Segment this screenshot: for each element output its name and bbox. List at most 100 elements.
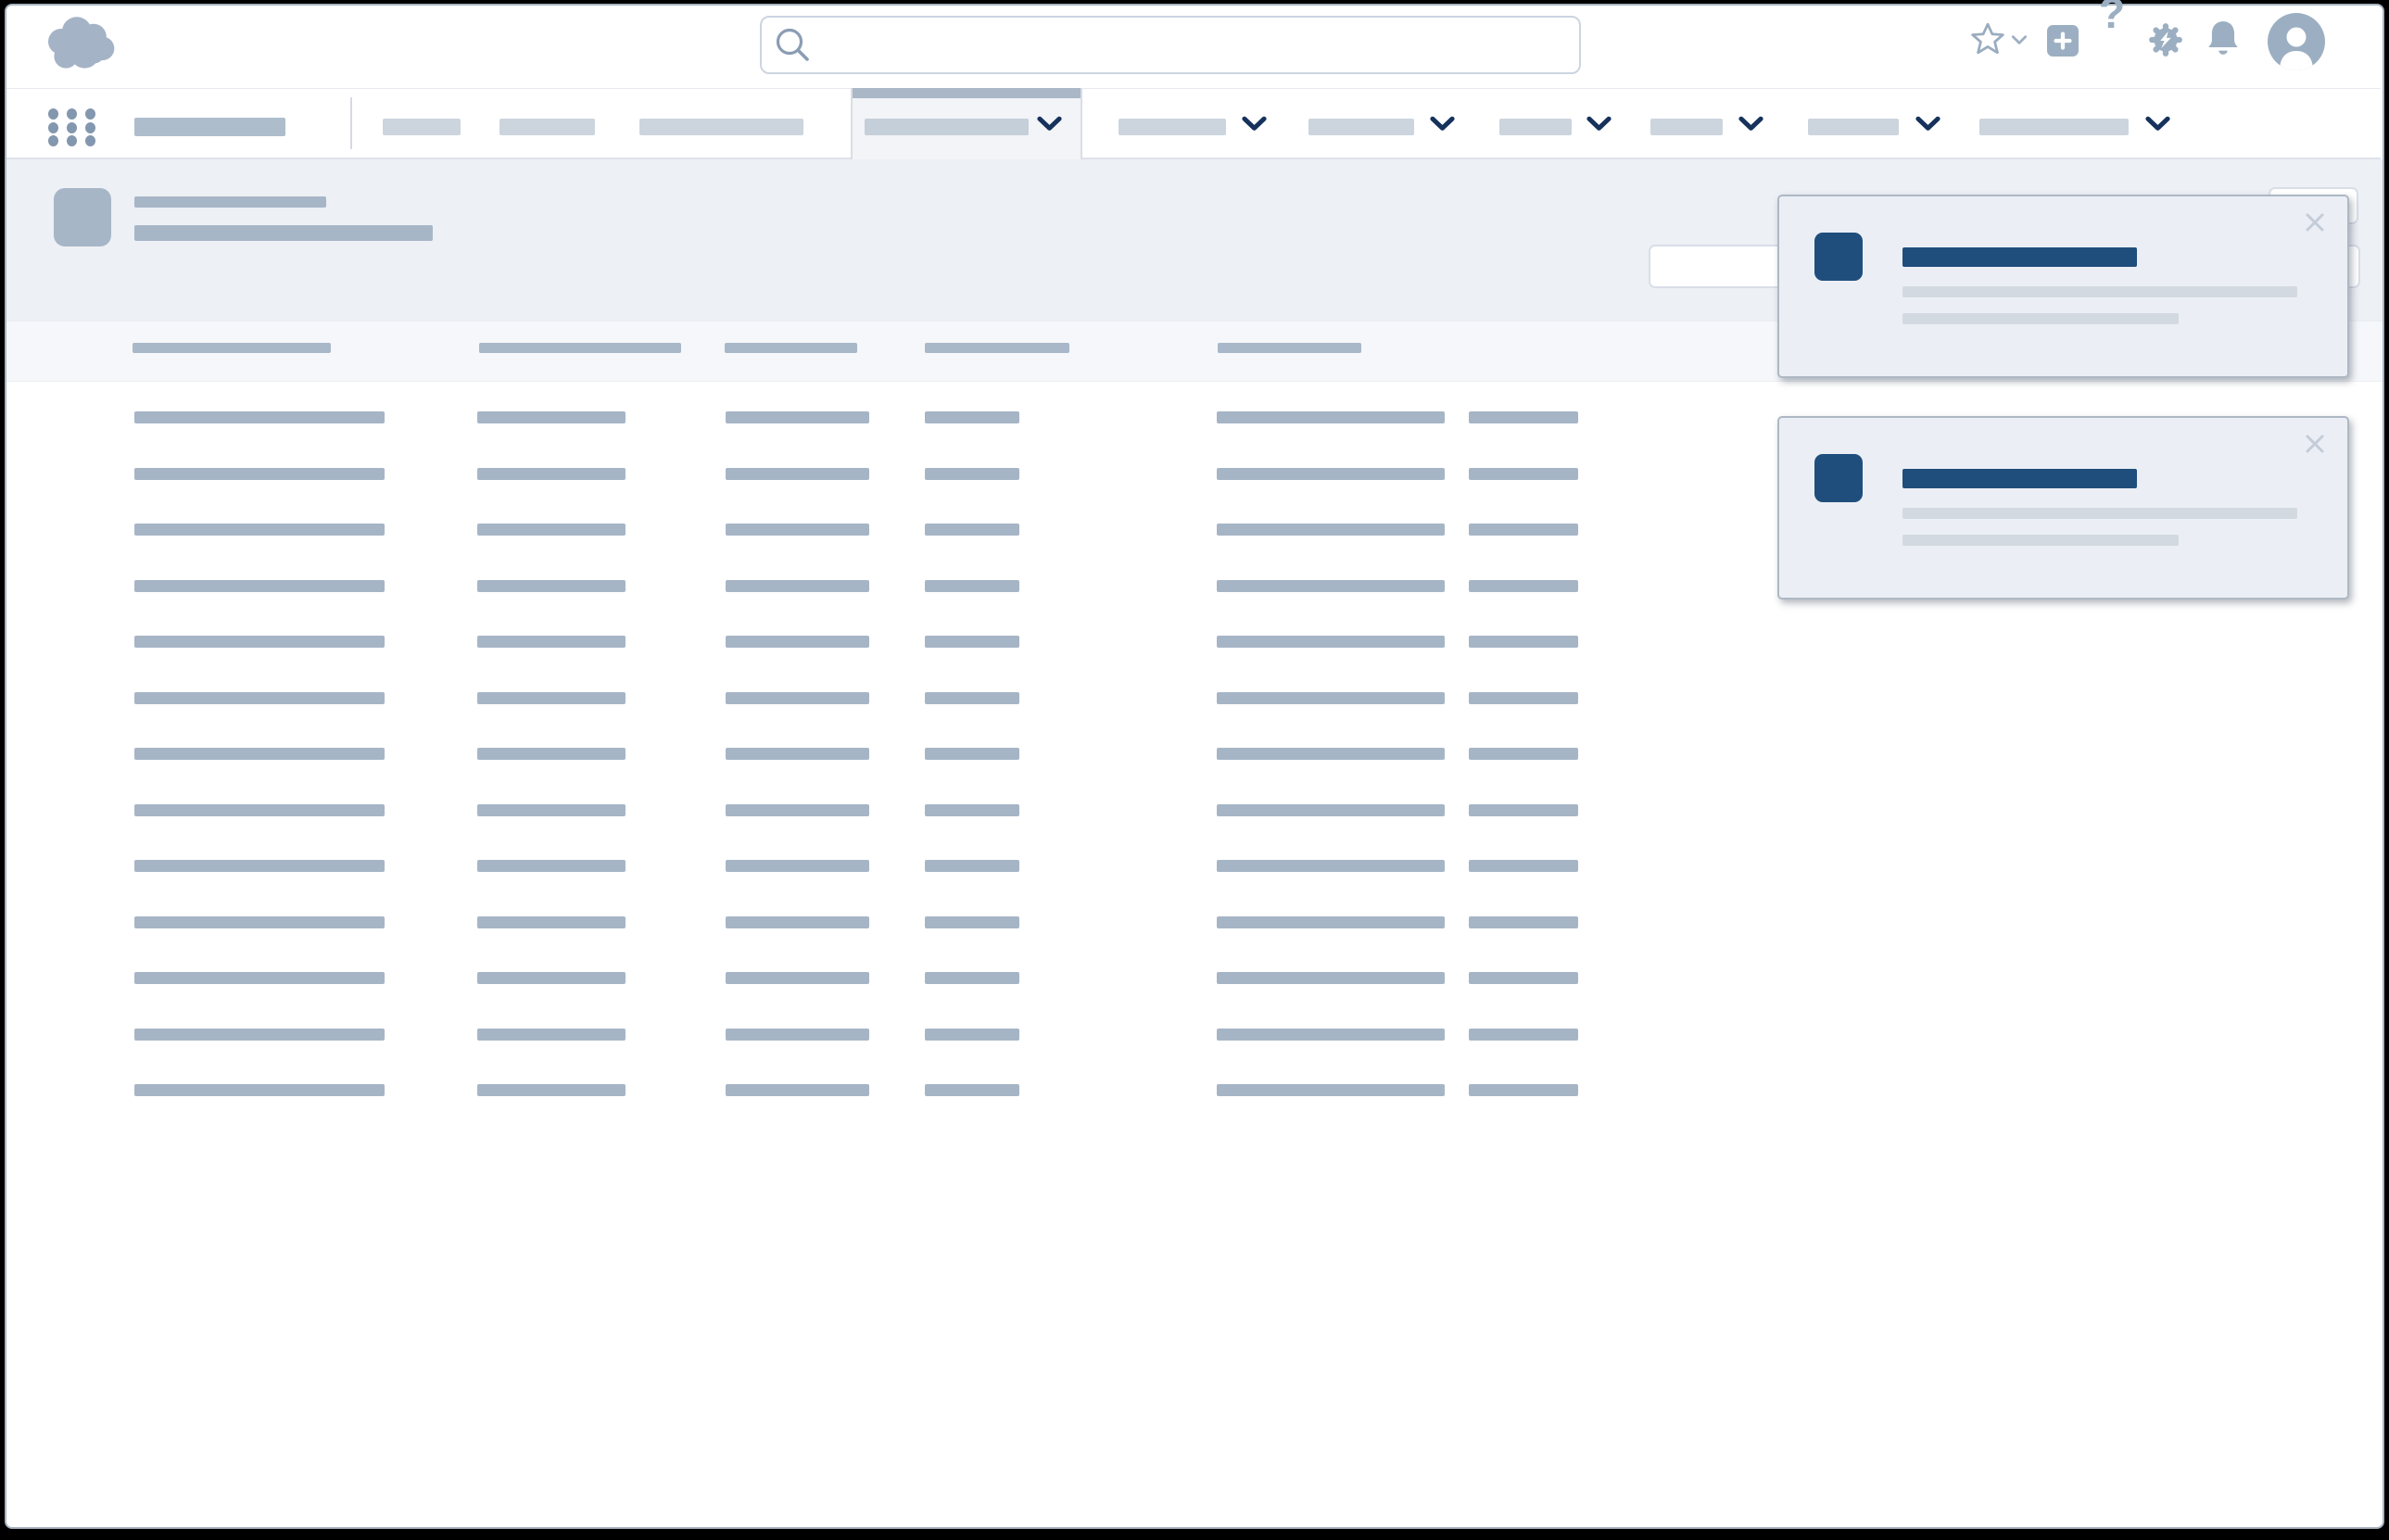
toast-line-placeholder: [1902, 313, 2179, 324]
table-cell-placeholder: [726, 1084, 869, 1096]
table-row[interactable]: [74, 449, 1631, 499]
nav-tab[interactable]: [1308, 119, 1414, 135]
table-cell-placeholder: [134, 692, 385, 704]
table-cell-placeholder: [134, 860, 385, 872]
table-cell-placeholder: [1469, 916, 1578, 928]
nav-tab[interactable]: [1499, 119, 1572, 135]
table-row[interactable]: [74, 562, 1631, 612]
table-cell-placeholder: [1217, 860, 1445, 872]
table-row[interactable]: [74, 1010, 1631, 1060]
table-row[interactable]: [74, 841, 1631, 891]
table-cell-placeholder: [1217, 524, 1445, 536]
favorites-menu-button[interactable]: [2011, 34, 2028, 45]
table-cell-placeholder: [1469, 860, 1578, 872]
app-launcher-button[interactable]: [48, 108, 95, 146]
help-button[interactable]: ?: [2099, 13, 2125, 24]
table-cell-placeholder: [134, 468, 385, 480]
chevron-down-icon[interactable]: [1915, 116, 1940, 132]
table-row[interactable]: [74, 617, 1631, 667]
toast-title-placeholder: [1902, 247, 2137, 267]
app-launcher-dot: [48, 122, 58, 133]
bell-icon: [2205, 46, 2242, 60]
table-cell-placeholder: [477, 748, 626, 760]
favorites-button[interactable]: [1970, 21, 2005, 57]
table-cell-placeholder: [477, 580, 626, 592]
toast-line-placeholder: [1902, 535, 2179, 546]
app-launcher-dot: [67, 122, 77, 133]
table-cell-placeholder: [134, 804, 385, 816]
table-row[interactable]: [74, 1066, 1631, 1116]
app-launcher-dot: [67, 135, 77, 146]
nav-tab-selected[interactable]: [851, 88, 1082, 159]
table-cell-placeholder: [477, 1029, 626, 1041]
table-cell-placeholder: [1217, 692, 1445, 704]
column-header-placeholder: [1218, 343, 1361, 353]
table-row[interactable]: [74, 953, 1631, 1004]
table-row[interactable]: [74, 505, 1631, 555]
table-cell-placeholder: [726, 692, 869, 704]
table-cell-placeholder: [134, 916, 385, 928]
table-cell-placeholder: [1469, 636, 1578, 648]
table-cell-placeholder: [925, 1084, 1019, 1096]
chevron-down-icon[interactable]: [1430, 116, 1455, 132]
table-cell-placeholder: [1469, 804, 1578, 816]
global-actions-button[interactable]: [2047, 25, 2079, 57]
toast-icon-placeholder: [1814, 233, 1863, 281]
table-cell-placeholder: [1217, 580, 1445, 592]
table-cell-placeholder: [726, 916, 869, 928]
nav-tab[interactable]: [639, 119, 803, 135]
table-cell-placeholder: [1217, 636, 1445, 648]
close-icon: [2304, 444, 2326, 458]
chevron-down-icon[interactable]: [1242, 116, 1267, 132]
table-cell-placeholder: [1469, 692, 1578, 704]
table-cell-placeholder: [925, 860, 1019, 872]
table-cell-placeholder: [726, 636, 869, 648]
table-cell-placeholder: [1469, 1084, 1578, 1096]
cloud-logo-icon: [39, 13, 119, 74]
table-cell-placeholder: [477, 524, 626, 536]
chevron-down-icon[interactable]: [1738, 116, 1763, 132]
table-row[interactable]: [74, 674, 1631, 724]
table-cell-placeholder: [925, 692, 1019, 704]
table-cell-placeholder: [1217, 972, 1445, 984]
setup-button[interactable]: [2147, 21, 2184, 58]
app-launcher-dot: [85, 122, 95, 133]
toast-close-button[interactable]: [2304, 433, 2326, 455]
table-cell-placeholder: [925, 972, 1019, 984]
nav-tab[interactable]: [383, 119, 461, 135]
toast-icon-placeholder: [1814, 454, 1863, 502]
chevron-down-icon[interactable]: [2145, 116, 2170, 132]
toast-title-placeholder: [1902, 469, 2137, 488]
table-row[interactable]: [74, 898, 1631, 948]
global-search-box: [760, 16, 1581, 74]
global-search-input[interactable]: [817, 18, 1562, 70]
table-row[interactable]: [74, 729, 1631, 779]
table-cell-placeholder: [1217, 748, 1445, 760]
table-row[interactable]: [74, 786, 1631, 836]
nav-tab[interactable]: [1808, 119, 1899, 135]
chevron-down-icon[interactable]: [1586, 116, 1612, 132]
table-cell-placeholder: [925, 1029, 1019, 1041]
app-launcher-dot: [85, 108, 95, 120]
table-cell-placeholder: [134, 972, 385, 984]
table-cell-placeholder: [925, 468, 1019, 480]
table-cell-placeholder: [1217, 1029, 1445, 1041]
table-cell-placeholder: [134, 580, 385, 592]
app-launcher-dot: [48, 135, 58, 146]
notifications-button[interactable]: [2205, 19, 2242, 57]
app-name-placeholder: [134, 118, 285, 136]
nav-tab[interactable]: [1119, 119, 1226, 135]
nav-tab[interactable]: [1650, 119, 1723, 135]
table-cell-placeholder: [726, 860, 869, 872]
nav-tab[interactable]: [1979, 119, 2129, 135]
star-icon: [1970, 45, 2005, 59]
table-row[interactable]: [74, 393, 1631, 443]
table-cell-placeholder: [925, 411, 1019, 423]
table-cell-placeholder: [726, 804, 869, 816]
avatar-icon: [2268, 59, 2325, 73]
column-header-placeholder: [133, 343, 331, 353]
toast-close-button[interactable]: [2304, 211, 2326, 234]
nav-tab[interactable]: [499, 119, 595, 135]
chevron-down-icon[interactable]: [1037, 116, 1062, 132]
user-avatar-button[interactable]: [2268, 13, 2325, 70]
